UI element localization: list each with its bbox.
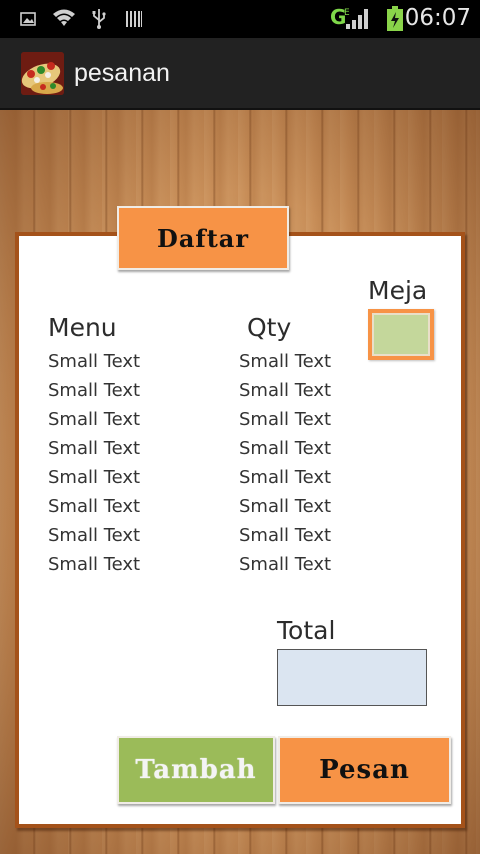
qty-header: Qty [247, 313, 292, 342]
action-bar: pesanan [0, 38, 480, 110]
usb-icon [91, 8, 107, 34]
qty-item: Small Text [239, 351, 332, 372]
qty-item: Small Text [239, 409, 332, 430]
menu-header: Menu [48, 313, 117, 342]
menu-item: Small Text [48, 496, 141, 517]
app-title: pesanan [74, 59, 170, 87]
qty-item: Small Text [239, 438, 332, 459]
meja-label: Meja [368, 276, 428, 305]
clock: 06:07 [404, 5, 471, 31]
menu-item: Small Text [48, 351, 141, 372]
menu-item: Small Text [48, 467, 141, 488]
qty-item: Small Text [239, 467, 332, 488]
total-field[interactable] [277, 649, 427, 706]
menu-list: Small Text Small Text Small Text Small T… [48, 349, 198, 581]
food-app-icon[interactable] [21, 52, 64, 95]
wifi-icon [52, 7, 76, 33]
battery-charging-icon [386, 6, 404, 36]
svg-text:E: E [344, 8, 350, 18]
qty-item: Small Text [239, 525, 332, 546]
status-bar: G E 06:07 [0, 0, 480, 38]
pesan-button[interactable]: Pesan [278, 736, 451, 804]
qty-item: Small Text [239, 554, 332, 575]
qty-item: Small Text [239, 380, 332, 401]
menu-item: Small Text [48, 525, 141, 546]
signal-icon: E [342, 6, 374, 34]
picture-icon [20, 11, 36, 31]
menu-item: Small Text [48, 380, 141, 401]
qty-item: Small Text [239, 496, 332, 517]
menu-item: Small Text [48, 554, 141, 575]
total-label: Total [277, 616, 336, 645]
daftar-button[interactable]: Daftar [117, 206, 289, 270]
barcode-icon [125, 10, 143, 32]
menu-item: Small Text [48, 409, 141, 430]
menu-item: Small Text [48, 438, 141, 459]
qty-list: Small Text Small Text Small Text Small T… [239, 349, 389, 581]
tambah-button[interactable]: Tambah [117, 736, 275, 804]
